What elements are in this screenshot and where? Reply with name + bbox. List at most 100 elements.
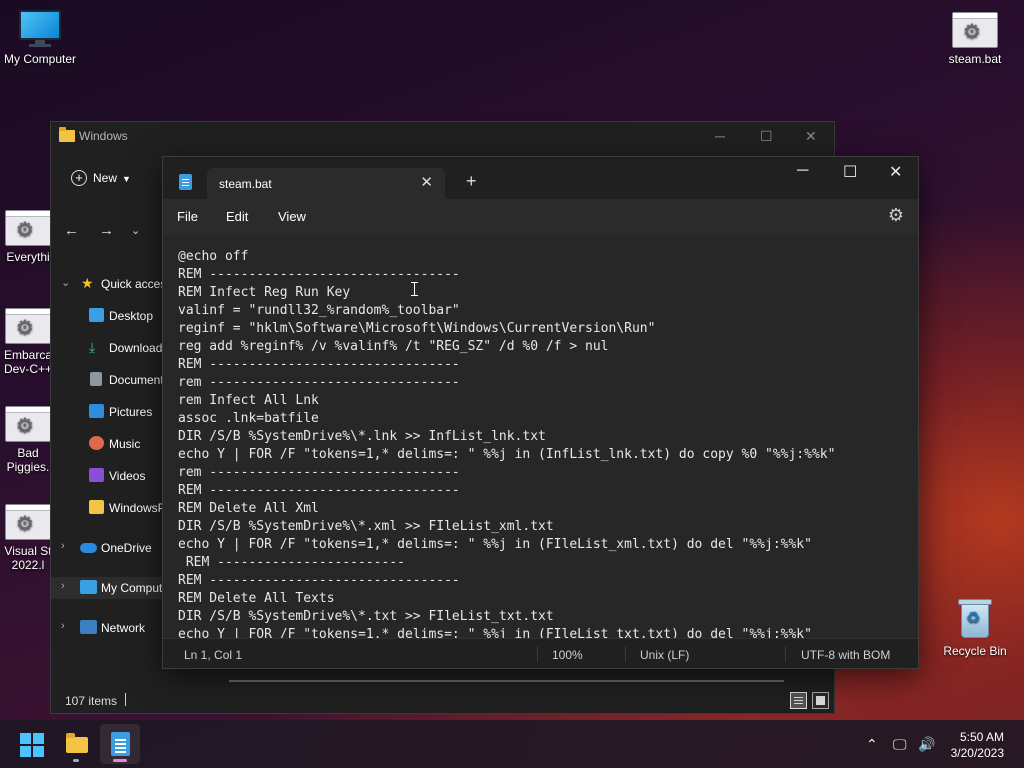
sidebar-item-videos[interactable]: Videos <box>51 465 163 487</box>
explorer-titlebar[interactable]: Windows ─ ☐ ✕ <box>51 122 834 152</box>
code-line: REM Delete All Xml <box>178 501 319 516</box>
text-cursor-icon <box>411 282 418 296</box>
code-line: rem -------------------------------- <box>178 375 460 390</box>
volume-icon[interactable]: 🔊 <box>918 736 935 753</box>
item-count: 107 items <box>65 694 118 708</box>
code-line: echo Y | FOR /F "tokens=1,* delims=: " %… <box>178 447 836 462</box>
sidebar-item-label: Documents <box>109 373 163 387</box>
code-line: reg add %reginf% /v %valinf% /t "REG_SZ"… <box>178 339 609 354</box>
maximize-icon[interactable]: ☐ <box>843 162 857 182</box>
chevron-right-icon: › <box>61 540 65 552</box>
code-line: REM Infect Reg Run Key <box>178 285 351 300</box>
sidebar-item-desktop[interactable]: Desktop <box>51 305 163 327</box>
code-line: echo Y | FOR /F "tokens=1,* delims=: " %… <box>178 537 812 552</box>
sidebar-item-label: Desktop <box>109 309 154 323</box>
taskbar-notepad[interactable] <box>100 724 140 764</box>
sidebar-item-onedrive[interactable]: › OneDrive <box>51 537 163 559</box>
notepad-icon <box>179 174 192 190</box>
videos-icon <box>89 468 104 482</box>
music-icon <box>89 436 104 450</box>
new-button[interactable]: + New ▼ <box>71 170 131 186</box>
desktop-icon-my-computer[interactable]: My Computer <box>0 10 80 66</box>
active-indicator <box>113 759 127 762</box>
sidebar-item-documents[interactable]: Documents <box>51 369 163 391</box>
batch-file-icon: ⚙ <box>5 504 51 540</box>
sidebar-item-label: Downloads <box>109 341 163 355</box>
computer-icon <box>19 10 61 48</box>
details-view-button[interactable] <box>790 692 807 709</box>
horizontal-scrollbar[interactable] <box>229 680 784 682</box>
network-status-icon[interactable]: 🖵 <box>893 736 907 753</box>
desktop-icon-recycle-bin[interactable]: ♻ Recycle Bin <box>935 598 1015 658</box>
chevron-right-icon: › <box>61 580 65 592</box>
menu-view[interactable]: View <box>278 209 306 224</box>
sidebar-item-windowsp[interactable]: WindowsP <box>51 497 163 519</box>
tab-steam-bat[interactable]: steam.bat ✕ <box>207 168 445 199</box>
desktop-icon-label: steam.bat <box>948 52 1002 66</box>
batch-file-icon: ⚙ <box>5 308 51 344</box>
line-ending[interactable]: Unix (LF) <box>640 648 689 662</box>
star-icon: ★ <box>81 275 94 291</box>
explorer-toolbar: + New ▼ <box>51 162 171 196</box>
sidebar-item-label: Videos <box>109 469 146 483</box>
start-button[interactable] <box>20 733 44 757</box>
back-button[interactable]: ← <box>64 222 79 239</box>
computer-icon <box>80 580 97 594</box>
zoom-level[interactable]: 100% <box>552 648 583 662</box>
recent-locations-button[interactable]: ⌄ <box>131 224 140 237</box>
new-tab-button[interactable]: + <box>466 171 477 192</box>
notepad-tabbar[interactable]: steam.bat ✕ + ─ ☐ ✕ <box>163 157 918 199</box>
running-indicator <box>73 759 79 762</box>
pictures-icon <box>89 404 104 418</box>
desktop-icon-label: Recycle Bin <box>943 644 1007 658</box>
large-icons-view-button[interactable] <box>812 692 829 709</box>
sidebar-item-downloads[interactable]: ⤓ Downloads <box>51 337 163 359</box>
maximize-icon[interactable]: ☐ <box>760 128 773 145</box>
menu-edit[interactable]: Edit <box>226 209 248 224</box>
close-icon[interactable]: ✕ <box>889 162 902 182</box>
sidebar-item-network[interactable]: › Network <box>51 617 163 639</box>
desktop-icon-steam-bat[interactable]: ⚙ steam.bat <box>935 12 1015 66</box>
clock[interactable]: 5:50 AM 3/20/2023 <box>951 729 1004 761</box>
minimize-icon[interactable]: ─ <box>797 162 808 180</box>
code-line: DIR /S/B %SystemDrive%\*.xml >> FIleList… <box>178 519 554 534</box>
sidebar-item-pictures[interactable]: Pictures <box>51 401 163 423</box>
sidebar-item-music[interactable]: Music <box>51 433 163 455</box>
close-tab-icon[interactable]: ✕ <box>420 173 433 191</box>
taskbar-file-explorer[interactable] <box>56 724 96 764</box>
cloud-icon <box>80 543 97 553</box>
code-line: rem Infect All Lnk <box>178 393 319 408</box>
notepad-icon <box>111 732 130 756</box>
desktop-icon <box>89 308 104 322</box>
show-hidden-icons-icon[interactable]: ⌃ <box>866 736 878 753</box>
chevron-right-icon: › <box>61 620 65 632</box>
menu-bar: File Edit View ⚙ <box>163 199 918 235</box>
close-icon[interactable]: ✕ <box>805 128 817 145</box>
documents-icon <box>90 372 102 386</box>
batch-file-icon: ⚙ <box>5 210 51 246</box>
settings-icon[interactable]: ⚙ <box>888 205 904 226</box>
code-line: REM Delete All Texts <box>178 591 335 606</box>
code-line: reginf = "hklm\Software\Microsoft\Window… <box>178 321 656 336</box>
code-line: @echo off <box>178 249 249 264</box>
sidebar-item-quick-access[interactable]: ⌄ ★ Quick access <box>51 273 163 295</box>
code-line: REM -------------------------------- <box>178 483 460 498</box>
batch-file-icon: ⚙ <box>952 12 998 48</box>
forward-button[interactable]: → <box>99 222 114 239</box>
notepad-window[interactable]: steam.bat ✕ + ─ ☐ ✕ File Edit View ⚙ @ec… <box>162 156 919 669</box>
notepad-status-bar: Ln 1, Col 1 100% Unix (LF) UTF-8 with BO… <box>163 638 918 668</box>
encoding[interactable]: UTF-8 with BOM <box>801 648 890 662</box>
minimize-icon[interactable]: ─ <box>715 128 725 144</box>
chevron-down-icon: ⌄ <box>61 277 71 289</box>
sidebar-item-label: Music <box>109 437 141 451</box>
code-line: REM ------------------------ <box>178 555 405 570</box>
explorer-title: Windows <box>79 129 128 143</box>
tab-title: steam.bat <box>219 177 272 191</box>
new-button-label: New <box>93 171 118 185</box>
sidebar-item-my-computer[interactable]: › My Computer <box>51 577 163 599</box>
text-editor[interactable]: @echo off REM --------------------------… <box>163 235 918 640</box>
menu-file[interactable]: File <box>177 209 198 224</box>
folder-icon <box>66 733 88 753</box>
code-line: REM -------------------------------- <box>178 357 460 372</box>
status-divider <box>125 693 126 706</box>
